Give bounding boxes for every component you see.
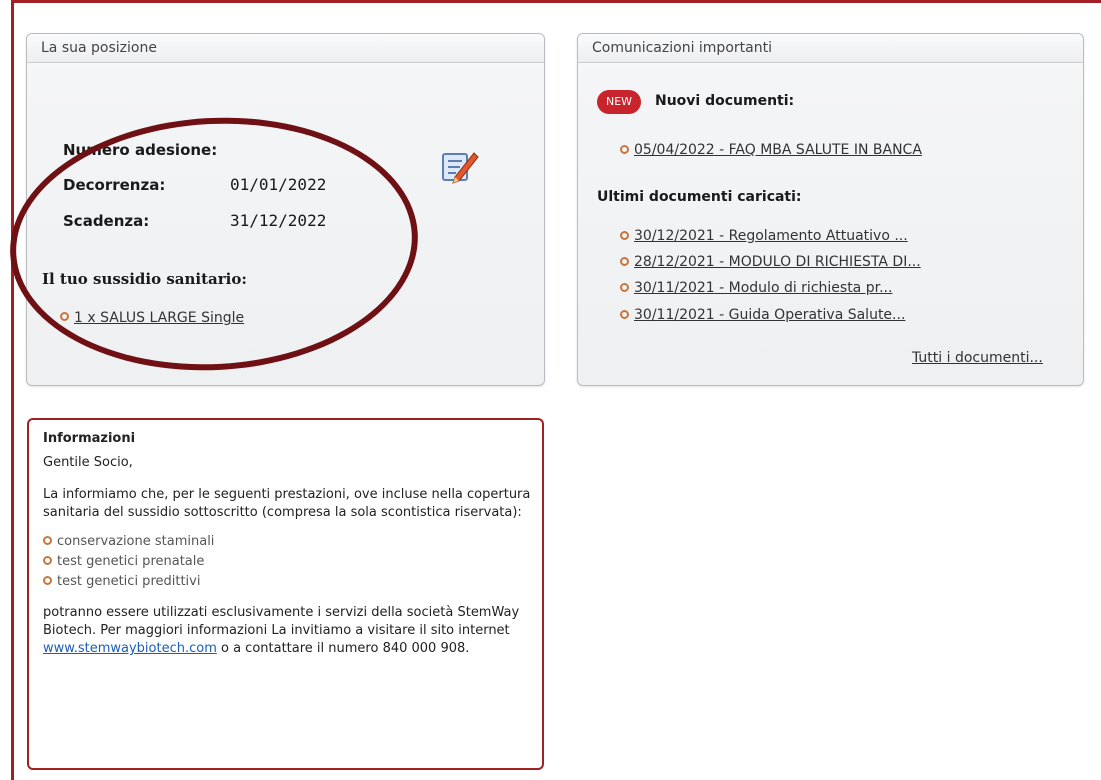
info-outro-contact: o a contattare il numero 840 000 908. (216, 641, 470, 656)
recent-doc-item[interactable]: 28/12/2021 - MODULO DI RICHIESTA DI... (620, 254, 921, 270)
info-greeting: Gentile Socio, (43, 455, 133, 470)
recent-doc-link[interactable]: 30/12/2021 - Regolamento Attuativo ... (634, 228, 908, 244)
recent-doc-item[interactable]: 30/12/2021 - Regolamento Attuativo ... (620, 228, 908, 244)
position-panel-header: La sua posizione (27, 34, 544, 63)
subsidy-label: Il tuo sussidio sanitario: (42, 270, 247, 288)
recent-doc-item[interactable]: 30/11/2021 - Guida Operativa Salute... (620, 307, 905, 323)
information-box: Informazioni Gentile Socio, La informiam… (27, 418, 544, 770)
edit-document-icon[interactable] (440, 147, 480, 187)
services-list: conservazione staminali test genetici pr… (43, 532, 542, 592)
service-item: conservazione staminali (43, 532, 542, 552)
info-outro-text: potranno essere utilizzati esclusivament… (43, 605, 520, 638)
start-date-value: 01/01/2022 (230, 175, 327, 194)
bullet-icon (620, 230, 629, 240)
membership-number-label: Numero adesione: (63, 141, 218, 159)
position-panel: La sua posizione (26, 33, 545, 386)
end-date-value: 31/12/2022 (230, 211, 327, 230)
info-intro: La informiamo che, per le seguenti prest… (43, 487, 531, 520)
service-label: conservazione staminali (57, 534, 215, 549)
service-item: test genetici predittivi (43, 572, 542, 592)
info-title: Informazioni (43, 431, 136, 446)
recent-doc-link[interactable]: 30/11/2021 - Modulo di richiesta pr... (634, 280, 892, 296)
subsidy-item[interactable]: 1 x SALUS LARGE Single (60, 308, 244, 326)
new-badge: NEW (597, 90, 641, 114)
recent-doc-item[interactable]: 30/11/2021 - Modulo di richiesta pr... (620, 280, 892, 296)
bullet-icon (620, 144, 629, 154)
bullet-icon (60, 312, 69, 321)
all-documents-link[interactable]: Tutti i documenti... (912, 350, 1043, 366)
communications-panel: Comunicazioni importanti (577, 33, 1084, 386)
recent-doc-link[interactable]: 28/12/2021 - MODULO DI RICHIESTA DI... (634, 254, 921, 270)
recent-doc-link[interactable]: 30/11/2021 - Guida Operativa Salute... (634, 307, 905, 323)
subsidy-link[interactable]: 1 x SALUS LARGE Single (74, 310, 244, 326)
bullet-icon (620, 309, 629, 319)
service-item: test genetici prenatale (43, 552, 542, 572)
service-label: test genetici predittivi (57, 574, 201, 589)
bullet-icon (43, 576, 52, 585)
info-outro: potranno essere utilizzati esclusivament… (43, 604, 533, 658)
new-doc-link[interactable]: 05/04/2022 - FAQ MBA SALUTE IN BANCA (634, 142, 922, 158)
recent-docs-label: Ultimi documenti caricati: (597, 189, 802, 205)
bullet-icon (620, 256, 629, 266)
service-label: test genetici prenatale (57, 554, 205, 569)
start-date-label: Decorrenza: (63, 176, 166, 194)
bullet-icon (43, 556, 52, 565)
new-doc-item[interactable]: 05/04/2022 - FAQ MBA SALUTE IN BANCA (620, 142, 922, 158)
end-date-label: Scadenza: (63, 212, 150, 230)
stemway-website-link[interactable]: www.stemwaybiotech.com (43, 641, 217, 656)
new-docs-label: Nuovi documenti: (655, 93, 795, 109)
bullet-icon (620, 282, 629, 292)
communications-panel-header: Comunicazioni importanti (578, 34, 1083, 63)
bullet-icon (43, 536, 52, 545)
